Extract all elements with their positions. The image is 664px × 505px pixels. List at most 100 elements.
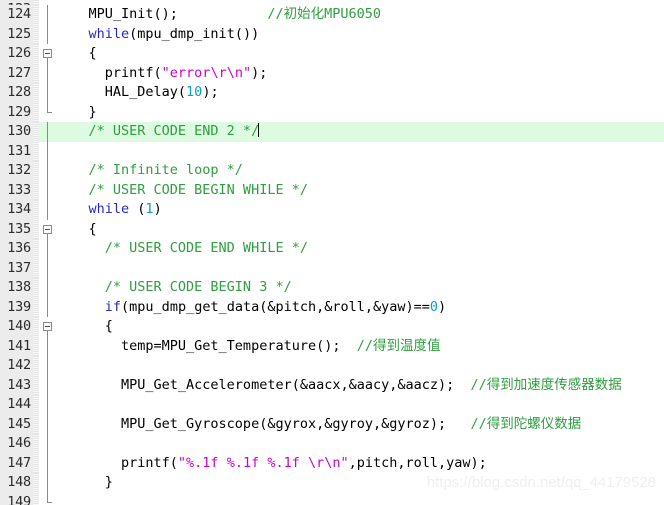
code-line[interactable]: 147 printf("%.1f %.1f %.1f \r\n",pitch,r…	[0, 453, 664, 474]
token-pln: ,pitch,roll,yaw);	[348, 454, 487, 471]
code-line[interactable]: 134 while (1)	[0, 200, 664, 220]
fold-column[interactable]	[39, 44, 56, 64]
code-text[interactable]: MPU_Get_Gyroscope(&gyrox,&gyroy,&gyroz);…	[56, 415, 581, 435]
fold-column[interactable]	[39, 102, 56, 123]
code-text[interactable]: /* USER CODE BEGIN 3 */	[56, 278, 292, 298]
line-number: 133	[0, 180, 33, 200]
fold-guide-line	[47, 24, 48, 44]
token-kw: while	[88, 201, 130, 217]
line-number: 147	[0, 453, 33, 473]
code-editor[interactable]: 123124 MPU_Init(); //初始化MPU6050125 while…	[0, 0, 664, 505]
fold-column[interactable]	[39, 5, 56, 25]
code-line[interactable]: 149	[0, 492, 664, 505]
code-text[interactable]: }	[56, 103, 97, 123]
code-line[interactable]: 131	[0, 141, 664, 161]
code-line[interactable]: 146	[0, 434, 664, 454]
token-pln: MPU_Init();	[56, 6, 268, 22]
fold-column[interactable]	[39, 375, 56, 395]
token-pln: temp=MPU_Get_Temperature();	[56, 337, 357, 354]
code-text[interactable]: HAL_Delay(10);	[56, 83, 219, 103]
token-pln: {	[56, 318, 113, 334]
token-cmt: /* USER CODE BEGIN WHILE */	[56, 181, 308, 198]
code-line[interactable]: 133 /* USER CODE BEGIN WHILE */	[0, 180, 664, 201]
line-number: 142	[0, 356, 33, 376]
code-text[interactable]: MPU_Get_Accelerometer(&aacx,&aacy,&aacz)…	[56, 376, 622, 396]
fold-column[interactable]	[39, 83, 56, 103]
fold-column[interactable]	[39, 278, 56, 298]
code-text[interactable]: {	[56, 317, 113, 337]
token-cmt: //得到加速度传感器数据	[470, 376, 622, 393]
code-text[interactable]: }	[56, 473, 113, 493]
token-cmt: /* Infinite loop */	[56, 162, 243, 178]
fold-guide-line	[47, 258, 48, 278]
code-line[interactable]: 145 MPU_Get_Gyroscope(&gyrox,&gyroy,&gyr…	[0, 414, 664, 435]
code-text[interactable]: /* Infinite loop */	[56, 161, 243, 181]
token-pln: {	[56, 45, 97, 61]
fold-guide-line	[47, 434, 48, 454]
code-line[interactable]: 139 if(mpu_dmp_get_data(&pitch,&roll,&ya…	[0, 297, 664, 318]
fold-column[interactable]	[39, 395, 56, 415]
code-line[interactable]: 135 {	[0, 219, 664, 240]
code-text[interactable]: while(mpu_dmp_init())	[56, 25, 260, 45]
fold-column[interactable]	[39, 161, 56, 181]
fold-column[interactable]	[39, 239, 56, 259]
fold-collapse-icon[interactable]	[43, 49, 52, 58]
code-text[interactable]: /* USER CODE BEGIN WHILE */	[56, 181, 308, 201]
fold-guide-line	[47, 239, 48, 259]
fold-column[interactable]	[39, 63, 56, 83]
code-line[interactable]: 128 HAL_Delay(10);	[0, 83, 664, 103]
fold-column[interactable]	[39, 122, 56, 142]
fold-column[interactable]	[39, 297, 56, 317]
code-text[interactable]: /* USER CODE END WHILE */	[56, 239, 308, 259]
code-line[interactable]: 137	[0, 258, 664, 278]
fold-column[interactable]	[39, 453, 56, 473]
code-text[interactable]: if(mpu_dmp_get_data(&pitch,&roll,&yaw)==…	[56, 298, 446, 318]
fold-guide-line	[47, 63, 48, 83]
fold-column[interactable]	[39, 200, 56, 220]
code-line[interactable]: 130 /* USER CODE END 2 */	[0, 122, 664, 142]
line-number: 129	[0, 102, 33, 122]
code-text[interactable]: printf("error\r\n");	[56, 64, 268, 84]
line-number: 149	[0, 492, 33, 505]
code-text[interactable]: {	[56, 44, 97, 64]
fold-collapse-icon[interactable]	[43, 322, 52, 331]
code-line[interactable]: 124 MPU_Init(); //初始化MPU6050	[0, 5, 664, 25]
code-line[interactable]: 140 {	[0, 317, 664, 337]
fold-guide-line	[47, 200, 48, 220]
code-text[interactable]: /* USER CODE END 2 */	[56, 122, 260, 142]
fold-column[interactable]	[39, 317, 56, 337]
line-number: 130	[0, 122, 33, 142]
code-line[interactable]: 127 printf("error\r\n");	[0, 63, 664, 84]
fold-column[interactable]	[39, 434, 56, 454]
code-line[interactable]: 125 while(mpu_dmp_init())	[0, 24, 664, 45]
code-line[interactable]: 138 /* USER CODE BEGIN 3 */	[0, 278, 664, 298]
code-text[interactable]: while (1)	[56, 200, 162, 220]
fold-column[interactable]	[39, 414, 56, 434]
fold-column[interactable]	[39, 473, 56, 493]
code-line[interactable]: 141 temp=MPU_Get_Temperature(); //得到温度值	[0, 336, 664, 357]
fold-column[interactable]	[39, 24, 56, 44]
token-num: 1	[145, 201, 154, 217]
code-text[interactable]: temp=MPU_Get_Temperature(); //得到温度值	[56, 337, 440, 357]
code-line[interactable]: 136 /* USER CODE END WHILE */	[0, 239, 664, 259]
code-line[interactable]: 142	[0, 356, 664, 376]
fold-column[interactable]	[39, 258, 56, 278]
fold-column[interactable]	[39, 336, 56, 356]
fold-column[interactable]	[39, 180, 56, 200]
token-pln: )	[153, 201, 162, 217]
fold-column[interactable]	[39, 356, 56, 376]
code-line[interactable]: 143 MPU_Get_Accelerometer(&aacx,&aacy,&a…	[0, 375, 664, 396]
fold-column[interactable]	[39, 492, 56, 505]
fold-column[interactable]	[39, 220, 56, 239]
code-text[interactable]: MPU_Init(); //初始化MPU6050	[56, 5, 381, 25]
code-line[interactable]: 129 }	[0, 102, 664, 123]
code-line[interactable]: 132 /* Infinite loop */	[0, 161, 664, 181]
code-line[interactable]: 144	[0, 395, 664, 415]
fold-collapse-icon[interactable]	[43, 224, 52, 234]
fold-column[interactable]	[39, 141, 56, 161]
code-lines-container[interactable]: 123124 MPU_Init(); //初始化MPU6050125 while…	[0, 0, 664, 505]
code-line[interactable]: 126 {	[0, 44, 664, 64]
fold-guide-line	[47, 356, 48, 376]
code-text[interactable]: {	[56, 220, 97, 240]
code-text[interactable]: printf("%.1f %.1f %.1f \r\n",pitch,roll,…	[56, 454, 487, 474]
